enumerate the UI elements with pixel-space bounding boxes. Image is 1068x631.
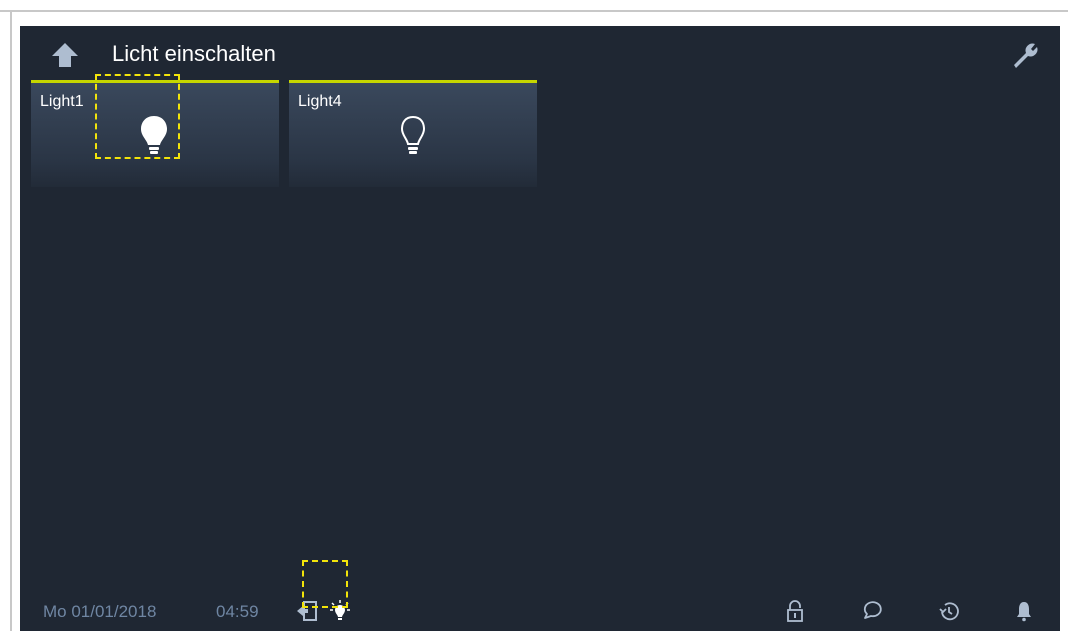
status-bar: Mo 01/01/2018 04:59 [20, 594, 1060, 631]
status-date: Mo 01/01/2018 [43, 602, 157, 621]
message-icon[interactable] [860, 599, 884, 623]
outer-frame-top [0, 10, 1068, 12]
outer-frame-left [10, 10, 12, 631]
lightbulb-filled-icon [136, 113, 172, 157]
door-exit-icon[interactable] [295, 599, 319, 623]
tile-light1[interactable]: Light1 [31, 80, 279, 187]
status-time: 04:59 [216, 602, 259, 621]
panel-screen: Licht einschalten Light1 Light4 Mo 01/01… [20, 26, 1060, 631]
tile-label: Light1 [40, 93, 84, 110]
tile-light4[interactable]: Light4 [289, 80, 537, 187]
arrow-up-icon[interactable] [50, 40, 80, 70]
header: Licht einschalten [20, 26, 1060, 82]
lightbulb-outline-icon [395, 113, 431, 157]
page-title: Licht einschalten [112, 41, 276, 66]
bell-icon[interactable] [1012, 599, 1036, 623]
light-on-icon[interactable] [328, 599, 352, 623]
lock-icon[interactable] [783, 599, 807, 623]
history-icon[interactable] [937, 599, 961, 623]
wrench-icon[interactable] [1010, 40, 1040, 70]
tile-label: Light4 [298, 93, 342, 110]
